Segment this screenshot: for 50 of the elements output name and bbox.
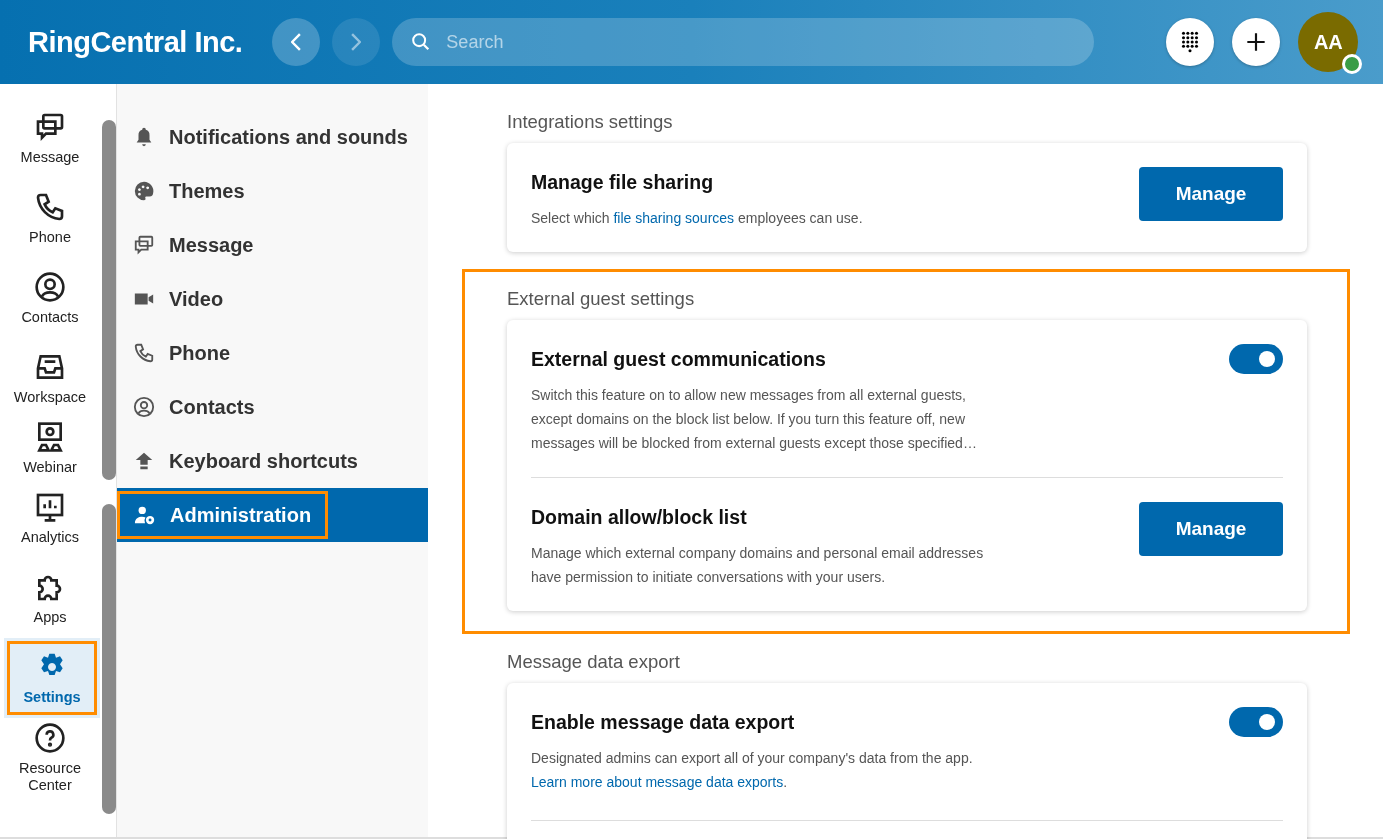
settings-menu-item[interactable]: Phone bbox=[117, 326, 428, 380]
palette-icon bbox=[133, 180, 155, 202]
settings-menu-item[interactable]: Themes bbox=[117, 164, 428, 218]
user-avatar[interactable]: AA bbox=[1298, 12, 1359, 72]
section-title: External guest settings bbox=[507, 288, 696, 310]
phone-icon bbox=[133, 342, 155, 364]
scrollbar-thumb[interactable] bbox=[102, 120, 116, 480]
toggle-switch[interactable] bbox=[1229, 344, 1283, 374]
settings-menu-item[interactable]: Video bbox=[117, 272, 428, 326]
back-icon bbox=[291, 33, 302, 51]
setting-title: Manage file sharing bbox=[531, 171, 715, 194]
section-title: Message data export bbox=[507, 651, 681, 673]
nav-item[interactable]: Settings bbox=[4, 638, 100, 718]
chat-bubbles-icon bbox=[133, 234, 155, 256]
person-circle-icon bbox=[34, 270, 66, 303]
section-title: Integrations settings bbox=[507, 111, 674, 133]
help-link[interactable]: file sharing sources bbox=[613, 210, 735, 226]
toggle-switch[interactable] bbox=[1229, 707, 1283, 737]
arrow-up-icon bbox=[133, 450, 155, 472]
setting-description: Select which file sharing sources employees can use. bbox=[531, 209, 864, 228]
nav-item[interactable]: Phone bbox=[0, 178, 100, 258]
settings-menu-item[interactable]: Notifications and sounds bbox=[117, 110, 428, 164]
setting-title: External guest communications bbox=[531, 348, 827, 371]
dialpad-button[interactable] bbox=[1166, 18, 1215, 66]
manage-button[interactable]: Manage bbox=[1139, 167, 1283, 221]
company-name: RingCentral Inc. bbox=[28, 25, 243, 59]
nav-item[interactable]: Message bbox=[0, 98, 100, 178]
settings-menu-item[interactable]: Keyboard shortcuts bbox=[117, 434, 428, 488]
settings-menu-item[interactable]: Message bbox=[117, 218, 428, 272]
nav-item[interactable]: Analytics bbox=[0, 478, 100, 558]
setting-description: Switch this feature on to allow new messages from all external guests, except domains on the block list below. If you turn this feature off, new messages will be blocked from external guests except those specified… bbox=[531, 386, 978, 453]
settings-menu-item[interactable]: Administration bbox=[117, 488, 428, 542]
manage-button[interactable]: Manage bbox=[1139, 502, 1283, 556]
nav-item[interactable]: Resource Center bbox=[0, 718, 100, 798]
help-icon bbox=[34, 722, 66, 755]
user-gear-icon bbox=[134, 504, 156, 526]
person-circle-icon bbox=[133, 396, 155, 418]
setting-description: Designated admins can export all of your company's data from the app. Learn more about message data exports. bbox=[531, 749, 974, 792]
nav-item[interactable]: Webinar bbox=[0, 418, 100, 478]
scrollbar-thumb[interactable] bbox=[102, 504, 116, 814]
setting-title: Domain allow/block list bbox=[531, 506, 748, 529]
forward-icon bbox=[351, 33, 362, 51]
setting-title: Enable message data export bbox=[531, 711, 796, 734]
nav-item[interactable]: Workspace bbox=[0, 338, 100, 418]
setting-description: Manage which external company domains and personal email addresses have permission to initiate conversations with your users. bbox=[531, 544, 985, 587]
presenter-screen-icon bbox=[34, 420, 66, 453]
add-button[interactable] bbox=[1232, 18, 1281, 66]
nav-item[interactable]: Apps bbox=[0, 558, 100, 638]
settings-menu-item[interactable]: Contacts bbox=[117, 380, 428, 434]
nav-item[interactable]: Contacts bbox=[0, 258, 100, 338]
